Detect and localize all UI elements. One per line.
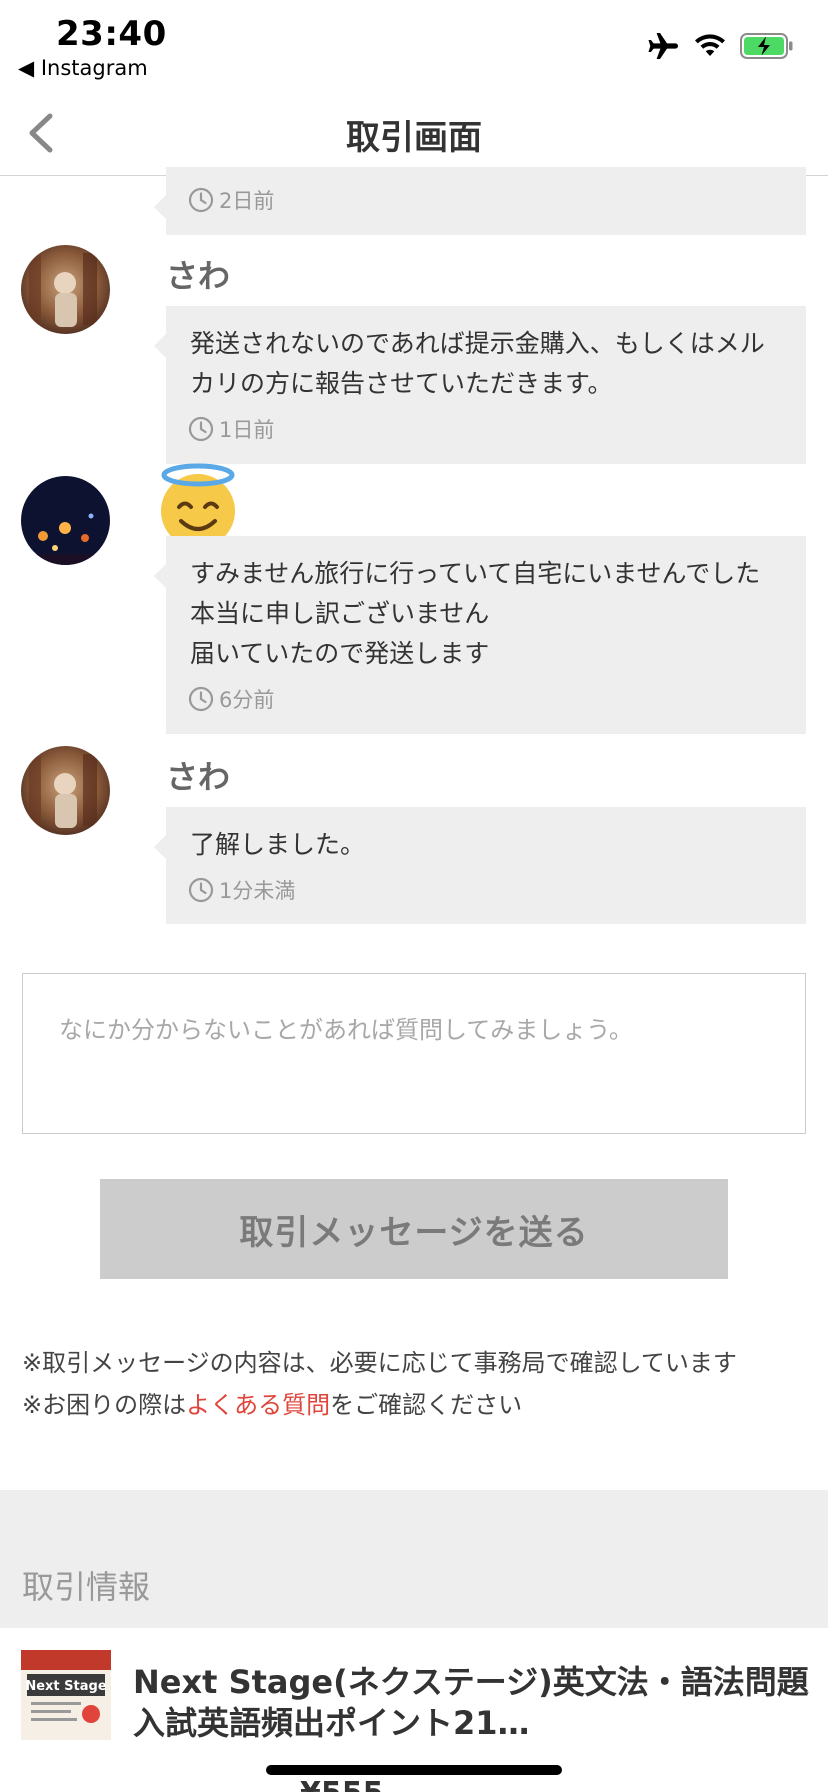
transaction-info-header: 取引情報 (0, 1490, 828, 1628)
clock-icon (188, 686, 214, 712)
message-time-text: 1日前 (219, 418, 275, 442)
message-time-text: 2日前 (219, 189, 275, 213)
page-title: 取引画面 (346, 118, 482, 158)
status-bar: 23:40 ◀ Instagram (0, 0, 828, 90)
status-icons (648, 32, 794, 60)
note-line-2: ※お困りの際はよくある質問をご確認ください (22, 1384, 822, 1426)
avatar[interactable] (21, 746, 110, 835)
home-indicator[interactable] (266, 1765, 562, 1775)
message-time: 1分未満 (188, 875, 295, 905)
product-thumbnail: Next Stage (21, 1650, 111, 1740)
message-bubble: 了解しました。 1分未満 (154, 807, 806, 924)
sender-name: さわ (166, 758, 231, 796)
message-time-text: 6分前 (219, 688, 275, 712)
message-bubble: 2日前 (154, 167, 806, 235)
faq-link[interactable]: よくある質問 (186, 1391, 330, 1419)
message-time: 6分前 (188, 684, 274, 714)
message-input[interactable] (22, 973, 806, 1134)
product-price: ¥555 (300, 1776, 384, 1792)
notes: ※取引メッセージの内容は、必要に応じて事務局で確認しています ※お困りの際はよく… (22, 1342, 822, 1426)
send-message-button[interactable]: 取引メッセージを送る (100, 1179, 728, 1279)
message-text: 発送されないのであれば提示金購入、もしくはメルカリの方に報告させていただきます。 (190, 329, 765, 398)
status-time: 23:40 (56, 14, 167, 54)
nav-bar: 取引画面 (0, 90, 828, 176)
note-line-1: ※取引メッセージの内容は、必要に応じて事務局で確認しています (22, 1349, 737, 1377)
message-time: 2日前 (188, 185, 274, 215)
product-name: Next Stage(ネクステージ)英文法・語法問題入試英語頻出ポイント21… (133, 1663, 809, 1742)
avatar[interactable] (21, 476, 110, 565)
section-title: 取引情報 (22, 1568, 151, 1606)
message-text: すみません旅行に行っていて自宅にいませんでした本当に申し訳ございません 届いてい… (190, 559, 761, 668)
back-to-app-link[interactable]: ◀ Instagram (18, 56, 148, 80)
battery-charging-icon (740, 33, 793, 59)
message-time: 1日前 (188, 414, 274, 444)
note-prefix: ※お困りの際は (22, 1391, 187, 1419)
clock-icon (188, 187, 214, 213)
sender-name: さわ (166, 257, 231, 295)
clock-icon (188, 877, 214, 903)
note-suffix: をご確認ください (330, 1391, 523, 1419)
message-bubble: 発送されないのであれば提示金購入、もしくはメルカリの方に報告させていただきます。… (154, 306, 806, 464)
clock-icon (188, 416, 214, 442)
avatar[interactable] (21, 245, 110, 334)
message-time-text: 1分未満 (219, 879, 296, 903)
wifi-icon (695, 34, 725, 56)
thumbnail-title: Next Stage (25, 1679, 106, 1694)
airplane-icon (648, 33, 678, 59)
message-bubble: すみません旅行に行っていて自宅にいませんでした本当に申し訳ございません 届いてい… (154, 536, 806, 734)
message-text: 了解しました。 (190, 830, 366, 859)
